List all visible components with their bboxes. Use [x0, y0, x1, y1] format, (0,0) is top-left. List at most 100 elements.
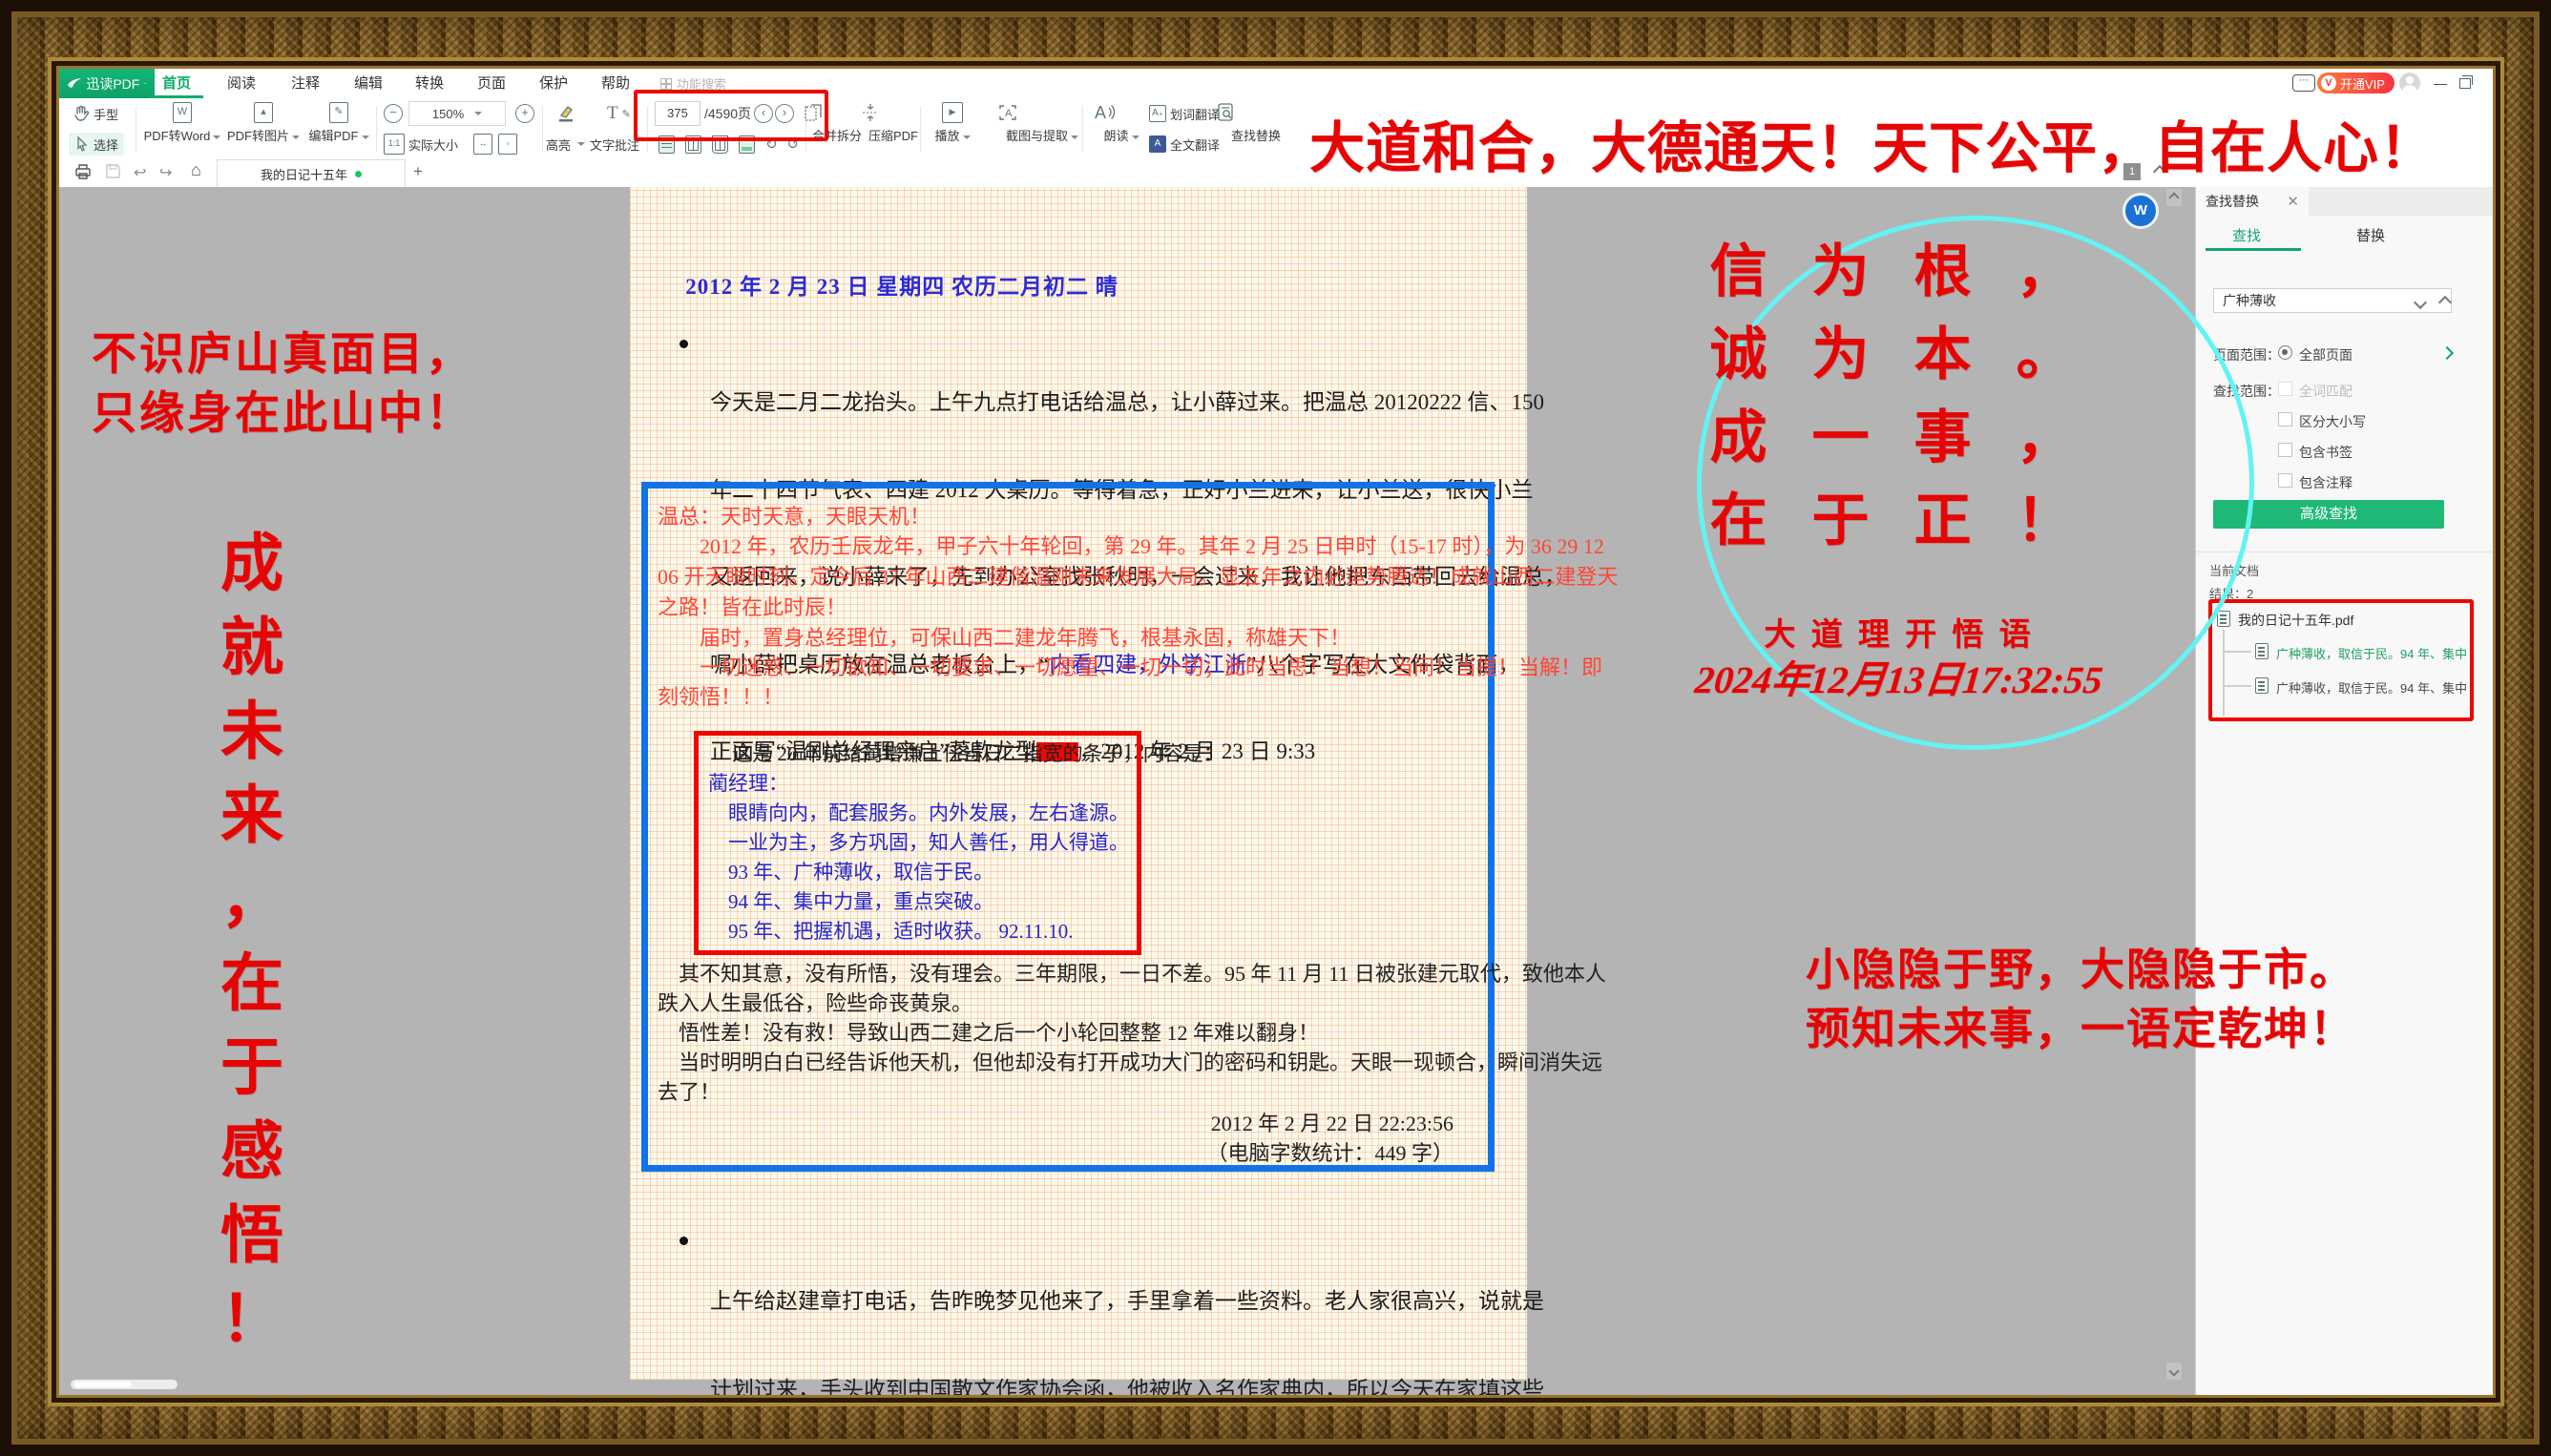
option-whole-word[interactable]: 全词匹配 — [2299, 382, 2352, 401]
result-file-row[interactable]: 我的日记十五年.pdf — [2238, 611, 2457, 630]
actual-size-button[interactable]: 1:1 实际大小 — [384, 133, 458, 156]
zoom-out-button[interactable]: − — [384, 102, 403, 125]
message-icon[interactable]: ⋯ — [2292, 74, 2315, 92]
view-mode-group: ↻ ↺ — [659, 133, 805, 156]
avatar[interactable] — [2399, 73, 2420, 94]
page-number-input[interactable]: 375 — [655, 102, 700, 125]
compress-pdf-button[interactable]: 压缩PDF — [859, 102, 928, 144]
next-page-button[interactable]: › — [775, 102, 794, 125]
calligraphy-top: 大道和合，大德通天！天下公平，自在人心！ — [1309, 103, 2436, 183]
close-icon[interactable]: ✕ — [2287, 193, 2299, 210]
scroll-down-button[interactable] — [2166, 1362, 2182, 1380]
highlight-button[interactable]: 高亮 — [546, 133, 585, 156]
scroll-view-icon[interactable] — [739, 135, 755, 154]
bullet-icon — [680, 340, 688, 348]
minimize-icon[interactable]: — — [2434, 76, 2447, 90]
scroll-up-button[interactable] — [2166, 189, 2182, 206]
hand-tool-label: 手型 — [94, 105, 118, 123]
capture-extract-button[interactable]: A 截图与提取 — [996, 102, 1088, 144]
option-bookmarks[interactable]: 包含书签 — [2299, 443, 2352, 462]
menu-tab-home[interactable]: 首页 — [150, 69, 203, 98]
new-tab-button[interactable]: + — [413, 162, 423, 181]
case-sensitive-checkbox[interactable] — [2278, 412, 2292, 426]
comments-checkbox[interactable] — [2278, 473, 2292, 488]
fit-width-button[interactable]: ↔ — [473, 133, 492, 156]
expand-range-icon[interactable] — [2440, 346, 2454, 360]
find-replace-icon — [1216, 102, 1296, 123]
edit-pdf-button[interactable]: ✎ 编辑PDF — [300, 102, 378, 144]
select-tool-button[interactable]: 选择 — [69, 133, 124, 156]
panel-header-tab[interactable]: 查找替换 ✕ — [2196, 187, 2309, 216]
panel-header: 查找替换 ✕ — [2196, 187, 2493, 216]
vip-icon: V — [2321, 75, 2336, 91]
tab-replace[interactable]: 替换 — [2356, 225, 2385, 245]
book-view-icon[interactable] — [712, 135, 728, 154]
menu-tab-protect[interactable]: 保护 — [527, 69, 580, 98]
save-icon[interactable] — [105, 163, 121, 179]
diary-title: 2012 年 2 月 23 日 星期四 农历二月初二 晴 — [630, 268, 1174, 301]
pdf-to-image-button[interactable]: ▴ PDF转图片 — [224, 102, 303, 144]
menu-tab-read[interactable]: 阅读 — [215, 69, 268, 98]
rotate-cw-icon[interactable]: ↻ — [765, 135, 778, 153]
page-range-radio[interactable] — [2278, 345, 2292, 360]
calligraphy-bottom-1: 小隐隐于野，大隐隐于市。 — [1806, 935, 2355, 998]
home-icon[interactable]: ⌂ — [191, 160, 201, 180]
tab-find[interactable]: 查找 — [2232, 225, 2261, 245]
pdf-to-image-icon: ▴ — [254, 102, 273, 123]
panel-title: 查找替换 — [2206, 192, 2259, 211]
option-case[interactable]: 区分大小写 — [2299, 412, 2366, 431]
calligraphy-circle-datetime: 2024年12月13日17:32:55 — [1686, 649, 2112, 704]
single-page-icon[interactable] — [659, 135, 675, 154]
blue-annotation-box: 温总：天时天意，天眼天机！ 2012 年，农历壬辰龙年，甲子六十年轮回，第 29… — [641, 482, 1495, 1172]
fit-page-button[interactable]: ▫ — [498, 133, 517, 156]
play-icon: ▶ — [942, 102, 963, 123]
menu-tab-annotate[interactable]: 注释 — [279, 69, 332, 98]
hand-icon — [73, 105, 90, 122]
double-page-icon[interactable] — [685, 135, 701, 154]
calligraphy-circle-text: 信 为 根 ， 诚 为 本 。 成 一 事 ， 在 于 正 ！ — [1708, 231, 2090, 563]
search-placeholder: 功能搜索 — [677, 74, 726, 93]
menu-tab-page[interactable]: 页面 — [465, 69, 518, 98]
search-result-2[interactable]: 广种薄收，取信于民。94 年、集中力: — [2276, 678, 2467, 697]
redo-icon[interactable]: ↪ — [159, 163, 172, 182]
word-count: （电脑字数统计：449 字） — [1206, 1136, 1453, 1167]
horizontal-scrollbar[interactable] — [71, 1380, 178, 1389]
vip-button[interactable]: V 开通VIP — [2317, 73, 2394, 94]
app-logo[interactable]: 迅读PDF · — [59, 69, 155, 98]
hand-tool-button[interactable]: 手型 — [73, 102, 118, 125]
prev-page-button[interactable]: ‹ — [754, 102, 773, 125]
feature-search[interactable]: 功能搜索 — [660, 73, 726, 94]
menu-bar: 迅读PDF · 首页 阅读 注释 编辑 转换 页面 保护 帮助 功能搜索 ⋯ V… — [59, 69, 2493, 99]
dropdown-caret-icon — [474, 112, 482, 115]
zoom-level-select[interactable]: 150% — [408, 102, 506, 125]
zoom-out-icon: − — [384, 104, 403, 123]
pdf-page[interactable]: 2012 年 2 月 23 日 星期四 农历二月初二 晴 今天是二月二龙抬头。上… — [630, 187, 1527, 1380]
play-button[interactable]: ▶ 播放 — [924, 102, 981, 144]
undo-icon[interactable]: ↩ — [134, 163, 146, 182]
dropdown-caret-icon — [1071, 135, 1078, 139]
menu-tab-help[interactable]: 帮助 — [589, 69, 642, 98]
printer-icon[interactable] — [74, 163, 92, 179]
page-range-value[interactable]: 全部页面 — [2299, 345, 2352, 364]
whole-word-checkbox[interactable] — [2278, 382, 2292, 396]
bookmarks-checkbox[interactable] — [2278, 443, 2292, 457]
pdf-to-word-float-button[interactable]: W — [2122, 193, 2159, 229]
menu-tab-convert[interactable]: 转换 — [403, 69, 456, 98]
find-replace-button[interactable]: 查找替换 — [1216, 102, 1296, 144]
full-translate-button[interactable]: A 全文翻译 — [1149, 133, 1220, 156]
rotate-ccw-icon[interactable]: ↺ — [787, 135, 800, 153]
zoom-in-button[interactable]: + — [515, 102, 534, 125]
word-translate-button[interactable]: A₊ 划词翻译 — [1149, 102, 1220, 125]
svg-text:A: A — [1095, 103, 1106, 122]
menu-tab-edit[interactable]: 编辑 — [342, 69, 395, 98]
pdf-to-word-button[interactable]: W PDF转Word — [143, 102, 221, 144]
search-result-1[interactable]: 广种薄收，取信于民。94 年、集中力: — [2276, 644, 2467, 662]
prev-page-icon: ‹ — [754, 104, 773, 123]
option-comments[interactable]: 包含注释 — [2299, 473, 2352, 492]
document-tab[interactable]: 我的日记十五年 — [217, 159, 406, 187]
text-note-button[interactable]: 文字批注 — [590, 133, 639, 156]
page-total-label: /4590页 — [704, 102, 751, 125]
result-doc-icon — [2255, 677, 2269, 694]
read-aloud-button[interactable]: A 朗读 — [1092, 102, 1151, 144]
restore-icon[interactable] — [2459, 78, 2471, 89]
